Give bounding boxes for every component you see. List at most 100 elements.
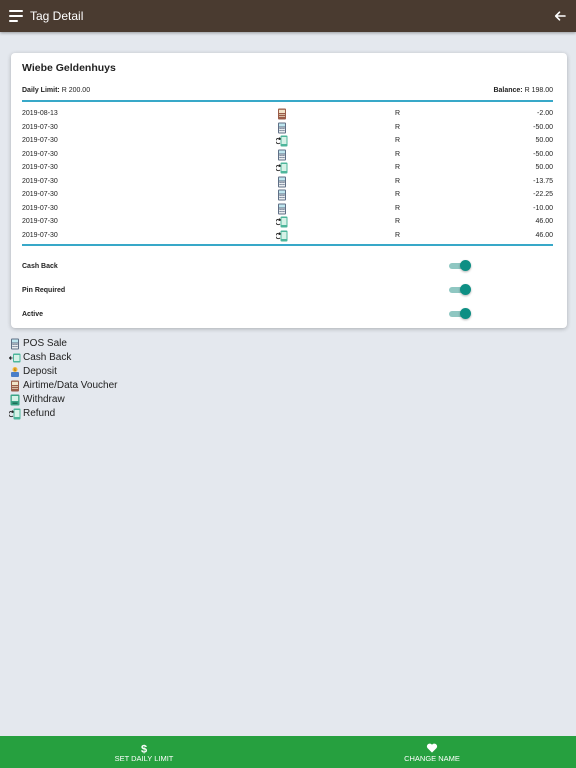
transaction-row[interactable]: 2019-07-30 R -50.00 [22, 148, 553, 162]
divider [22, 244, 553, 246]
pos-sale-icon [9, 338, 21, 350]
transaction-amount: -50.00 [533, 150, 553, 158]
setting-pin-required: Pin Required [22, 280, 553, 300]
transaction-amount: -13.75 [533, 177, 553, 185]
transaction-date: 2019-07-30 [22, 137, 58, 144]
transaction-amount: -2.00 [537, 110, 553, 117]
transaction-amount: -22.25 [533, 191, 553, 198]
pos-sale-icon [276, 122, 288, 134]
transaction-row[interactable]: 2019-07-30 R -10.00 [22, 202, 553, 216]
legend-item: POS Sale [9, 337, 118, 351]
daily-limit-value: R 200.00 [61, 87, 91, 94]
active-toggle[interactable] [449, 308, 471, 320]
pin-required-toggle[interactable] [449, 284, 471, 296]
transaction-currency: R [395, 177, 401, 185]
transaction-amount: 46.00 [535, 231, 553, 239]
airtime-data-voucher-icon [9, 380, 21, 392]
transaction-amount: 46.00 [535, 218, 553, 225]
setting-cash-back: Cash Back [22, 256, 553, 276]
transaction-row[interactable]: 2019-07-30 R -22.25 [22, 188, 553, 202]
cash-back-toggle[interactable] [449, 260, 471, 272]
transaction-date: 2019-08-13 [22, 110, 58, 117]
transaction-currency: R [395, 191, 401, 198]
pos-sale-icon [276, 149, 288, 161]
tag-card: Wiebe Geldenhuys Daily Limit: R 200.00 B… [11, 53, 567, 328]
legend-label: Deposit [23, 366, 57, 377]
page-title: Tag Detail [30, 9, 84, 23]
transaction-currency: R [395, 137, 401, 144]
setting-active: Active [22, 304, 553, 324]
transaction-currency: R [395, 110, 401, 117]
pos-sale-icon [276, 203, 288, 215]
transaction-amount: 50.00 [535, 137, 553, 144]
transaction-currency: R [395, 123, 401, 131]
menu-icon[interactable] [9, 10, 23, 22]
legend-item: Refund [8, 407, 118, 421]
transaction-date: 2019-07-30 [22, 204, 58, 212]
refund-icon [275, 135, 288, 147]
refund-icon [275, 162, 288, 174]
transaction-amount: 50.00 [535, 164, 553, 171]
svg-text:$: $ [141, 744, 147, 755]
change-name-label: CHANGE NAME [404, 754, 460, 763]
setting-label: Active [22, 311, 44, 318]
set-daily-limit-button[interactable]: $ SET DAILY LIMIT [0, 736, 288, 768]
transaction-currency: R [395, 164, 401, 171]
daily-limit-label: Daily Limit: [22, 87, 60, 94]
transaction-list: 2019-08-13 R -2.00 2019-07-30 R -50.00 2019-07… [22, 107, 553, 242]
transaction-amount: -50.00 [533, 123, 553, 131]
refund-icon [8, 408, 21, 420]
transaction-currency: R [395, 218, 401, 225]
refund-icon [275, 230, 288, 242]
transaction-date: 2019-07-30 [22, 164, 58, 171]
cash-back-icon [8, 352, 21, 364]
transaction-date: 2019-07-30 [22, 231, 58, 239]
legend-item: Withdraw [9, 393, 118, 407]
tag-owner-name: Wiebe Geldenhuys [22, 62, 116, 74]
svg-text:$: $ [14, 368, 16, 372]
legend-label: Withdraw [23, 394, 65, 405]
balance-value: R 198.00 [524, 87, 553, 94]
arrow-left-icon[interactable] [553, 9, 567, 23]
transaction-date: 2019-07-30 [22, 218, 58, 225]
transaction-amount: -10.00 [533, 204, 553, 212]
divider [22, 100, 553, 102]
heart-icon [426, 743, 438, 753]
legend-label: Cash Back [23, 352, 72, 363]
transaction-row[interactable]: 2019-07-30 R 50.00 [22, 134, 553, 148]
legend-item: Cash Back [8, 351, 118, 365]
change-name-button[interactable]: CHANGE NAME [288, 736, 576, 768]
transaction-row[interactable]: 2019-07-30 R -50.00 [22, 121, 553, 135]
legend-label: Refund [23, 408, 56, 419]
transaction-row[interactable]: 2019-07-30 R 46.00 [22, 215, 553, 229]
app-bar: Tag Detail [0, 0, 576, 32]
bottom-action-bar: $ SET DAILY LIMIT CHANGE NAME [0, 736, 576, 768]
refund-icon [275, 216, 288, 228]
transaction-row[interactable]: 2019-07-30 R -13.75 [22, 175, 553, 189]
transaction-row[interactable]: 2019-07-30 R 46.00 [22, 229, 553, 243]
legend-label: Airtime/Data Voucher [23, 380, 118, 391]
transaction-date: 2019-07-30 [22, 177, 58, 185]
daily-limit: Daily Limit: R 200.00 [22, 87, 90, 94]
deposit-icon: $ [9, 366, 21, 378]
withdraw-icon [9, 394, 21, 406]
setting-label: Pin Required [22, 287, 66, 294]
transaction-date: 2019-07-30 [22, 123, 58, 131]
balance-label: Balance: [493, 87, 523, 94]
balance: Balance: R 198.00 [493, 87, 553, 94]
pos-sale-icon [276, 189, 288, 201]
transaction-row[interactable]: 2019-08-13 R -2.00 [22, 107, 553, 121]
legend-item: $ Deposit [9, 365, 118, 379]
dollar-icon: $ [141, 744, 147, 755]
setting-label: Cash Back [22, 263, 58, 270]
airtime-data-voucher-icon [276, 108, 288, 120]
transaction-date: 2019-07-30 [22, 150, 58, 158]
transaction-currency: R [395, 231, 401, 239]
transaction-date: 2019-07-30 [22, 191, 58, 198]
legend-item: Airtime/Data Voucher [9, 379, 118, 393]
transaction-currency: R [395, 204, 401, 212]
transaction-type-legend: POS Sale Cash Back $ Deposit Airtime/Data Vo… [8, 337, 118, 421]
legend-label: POS Sale [23, 338, 67, 349]
limit-balance-row: Daily Limit: R 200.00 Balance: R 198.00 [22, 87, 553, 94]
transaction-row[interactable]: 2019-07-30 R 50.00 [22, 161, 553, 175]
